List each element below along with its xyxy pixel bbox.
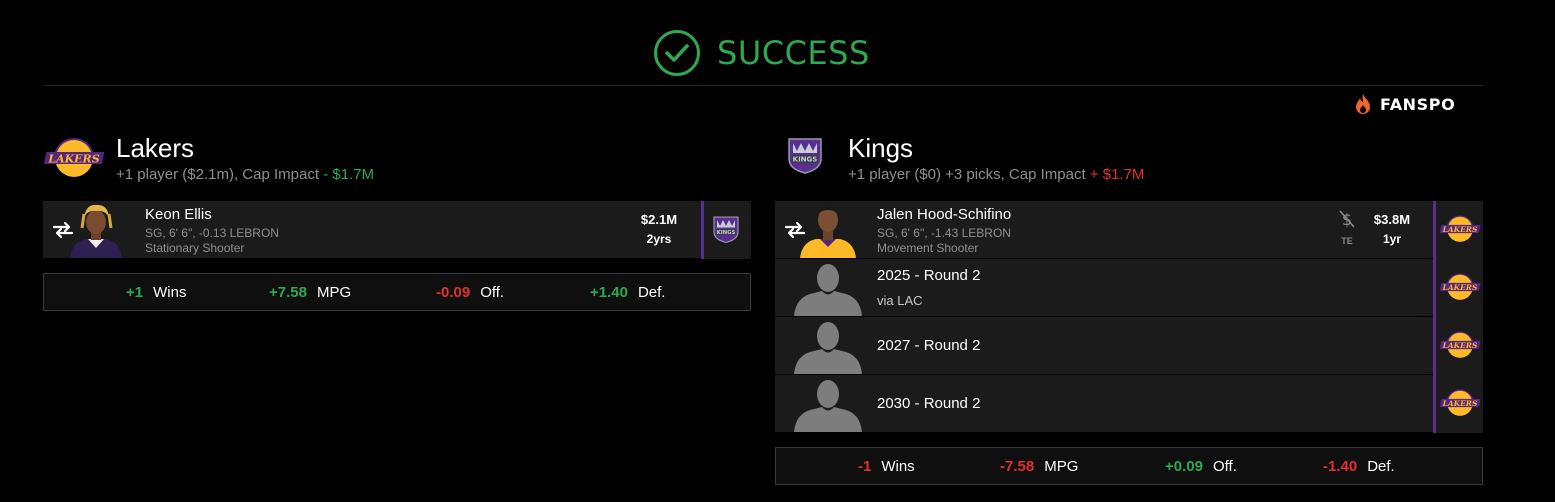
stat-label: Def. bbox=[1367, 458, 1395, 475]
flame-icon bbox=[1356, 94, 1370, 114]
stat-value: +1 bbox=[126, 284, 144, 301]
fanspo-brand[interactable]: FANSPO bbox=[1353, 93, 1455, 115]
player-meta: SG, 6' 6", -1.43 LEBRON Movement Shooter bbox=[877, 226, 1011, 256]
stat-label: Wins bbox=[153, 284, 187, 301]
stat-summary: -1 Wins -7.58 MPG +0.09 Off. -1.40 Def. bbox=[775, 447, 1483, 485]
stat-value: +7.58 bbox=[269, 284, 307, 301]
contract-years: 1yr bbox=[1382, 232, 1402, 246]
player-role: Movement Shooter bbox=[877, 241, 979, 255]
summary-text: +1 player ($2.1m), Cap Impact bbox=[116, 166, 320, 183]
pick-name: 2025 - Round 2 bbox=[877, 267, 981, 284]
contract-years: 2yrs bbox=[646, 232, 672, 246]
pick-row[interactable]: 2025 - Round 2 via LAC bbox=[775, 259, 1483, 317]
player-position-height: SG, 6' 6", -0.13 LEBRON bbox=[145, 226, 279, 240]
cap-impact-value: - $1.7M bbox=[323, 166, 375, 183]
lakers-logo-icon bbox=[1439, 329, 1481, 361]
no-money-icon: $ bbox=[1339, 210, 1355, 229]
summary-text: +1 player ($0) +3 picks, Cap Impact bbox=[848, 166, 1086, 183]
player-role: Stationary Shooter bbox=[145, 241, 245, 255]
player-name[interactable]: Keon Ellis bbox=[145, 206, 212, 223]
stat-mpg: +7.58 MPG bbox=[269, 284, 351, 301]
origin-team-strip bbox=[1433, 201, 1483, 259]
pick-name: 2027 - Round 2 bbox=[877, 337, 981, 354]
origin-team-strip bbox=[1433, 375, 1483, 433]
player-name[interactable]: Jalen Hood-Schifino bbox=[877, 206, 1011, 223]
stat-def: -1.40 Def. bbox=[1323, 458, 1395, 475]
player-row[interactable]: Keon Ellis SG, 6' 6", -0.13 LEBRON Stati… bbox=[43, 201, 751, 259]
lakers-logo-icon bbox=[1439, 213, 1481, 245]
result-header: SUCCESS bbox=[0, 0, 1555, 86]
player-meta: SG, 6' 6", -0.13 LEBRON Stationary Shoot… bbox=[145, 226, 279, 256]
success-label: SUCCESS bbox=[717, 34, 870, 72]
stat-label: Off. bbox=[480, 284, 505, 301]
header-divider bbox=[43, 85, 1483, 86]
stat-value: -0.09 bbox=[436, 284, 471, 301]
stat-def: +1.40 Def. bbox=[590, 284, 665, 301]
stat-wins: +1 Wins bbox=[126, 284, 186, 301]
team-panel-kings: Kings +1 player ($0) +3 picks, Cap Impac… bbox=[775, 133, 1483, 488]
team-panel-lakers: Lakers +1 player ($2.1m), Cap Impact - $… bbox=[43, 133, 751, 313]
player-row[interactable]: Jalen Hood-Schifino SG, 6' 6", -1.43 LEB… bbox=[775, 201, 1483, 259]
kings-logo-icon bbox=[785, 133, 825, 177]
pick-silhouette-icon bbox=[792, 258, 864, 316]
stat-value: -1.40 bbox=[1323, 458, 1358, 475]
stat-label: Wins bbox=[881, 458, 915, 475]
stat-mpg: -7.58 MPG bbox=[1000, 458, 1078, 475]
pick-row[interactable]: 2030 - Round 2 bbox=[775, 375, 1483, 433]
contract-salary: $2.1M bbox=[640, 212, 678, 227]
lakers-logo-icon bbox=[1439, 387, 1481, 419]
origin-team-strip bbox=[701, 201, 751, 259]
team-name: Kings bbox=[848, 133, 914, 163]
kings-logo-icon bbox=[711, 213, 741, 245]
stat-value: +0.09 bbox=[1165, 458, 1203, 475]
origin-team-strip bbox=[1433, 259, 1483, 317]
stat-label: MPG bbox=[316, 284, 352, 301]
success-banner: SUCCESS bbox=[653, 28, 870, 78]
stat-value: +1.40 bbox=[590, 284, 628, 301]
contract-salary: $3.8M bbox=[1373, 212, 1411, 227]
stat-off: +0.09 Off. bbox=[1165, 458, 1237, 475]
pick-name: 2030 - Round 2 bbox=[877, 395, 981, 412]
player-photo bbox=[60, 200, 132, 258]
lakers-logo-icon bbox=[43, 135, 105, 181]
stat-label: Def. bbox=[637, 284, 666, 301]
stat-label: Off. bbox=[1212, 458, 1237, 475]
fanspo-wordmark: FANSPO bbox=[1380, 94, 1456, 114]
stat-off: -0.09 Off. bbox=[436, 284, 504, 301]
trade-exception-flag: TE bbox=[1341, 236, 1353, 246]
team-summary: +1 player ($0) +3 picks, Cap Impact + $1… bbox=[848, 166, 1144, 183]
lakers-logo-icon bbox=[1439, 271, 1481, 303]
check-circle-icon bbox=[654, 30, 700, 76]
stat-value: -7.58 bbox=[1000, 458, 1035, 475]
team-name: Lakers bbox=[116, 133, 195, 163]
stat-summary: +1 Wins +7.58 MPG -0.09 Off. +1.40 Def. bbox=[43, 273, 751, 311]
pick-row[interactable]: 2027 - Round 2 bbox=[775, 317, 1483, 375]
stat-wins: -1 Wins bbox=[858, 458, 915, 475]
pick-via: via LAC bbox=[877, 293, 923, 308]
player-position-height: SG, 6' 6", -1.43 LEBRON bbox=[877, 226, 1011, 240]
stat-label: MPG bbox=[1044, 458, 1079, 475]
pick-silhouette-icon bbox=[792, 316, 864, 374]
cap-impact-value: + $1.7M bbox=[1089, 166, 1145, 183]
pick-silhouette-icon bbox=[792, 374, 864, 432]
team-summary: +1 player ($2.1m), Cap Impact - $1.7M bbox=[116, 166, 374, 183]
stat-value: -1 bbox=[858, 458, 872, 475]
player-photo bbox=[792, 200, 864, 258]
origin-team-strip bbox=[1433, 317, 1483, 375]
